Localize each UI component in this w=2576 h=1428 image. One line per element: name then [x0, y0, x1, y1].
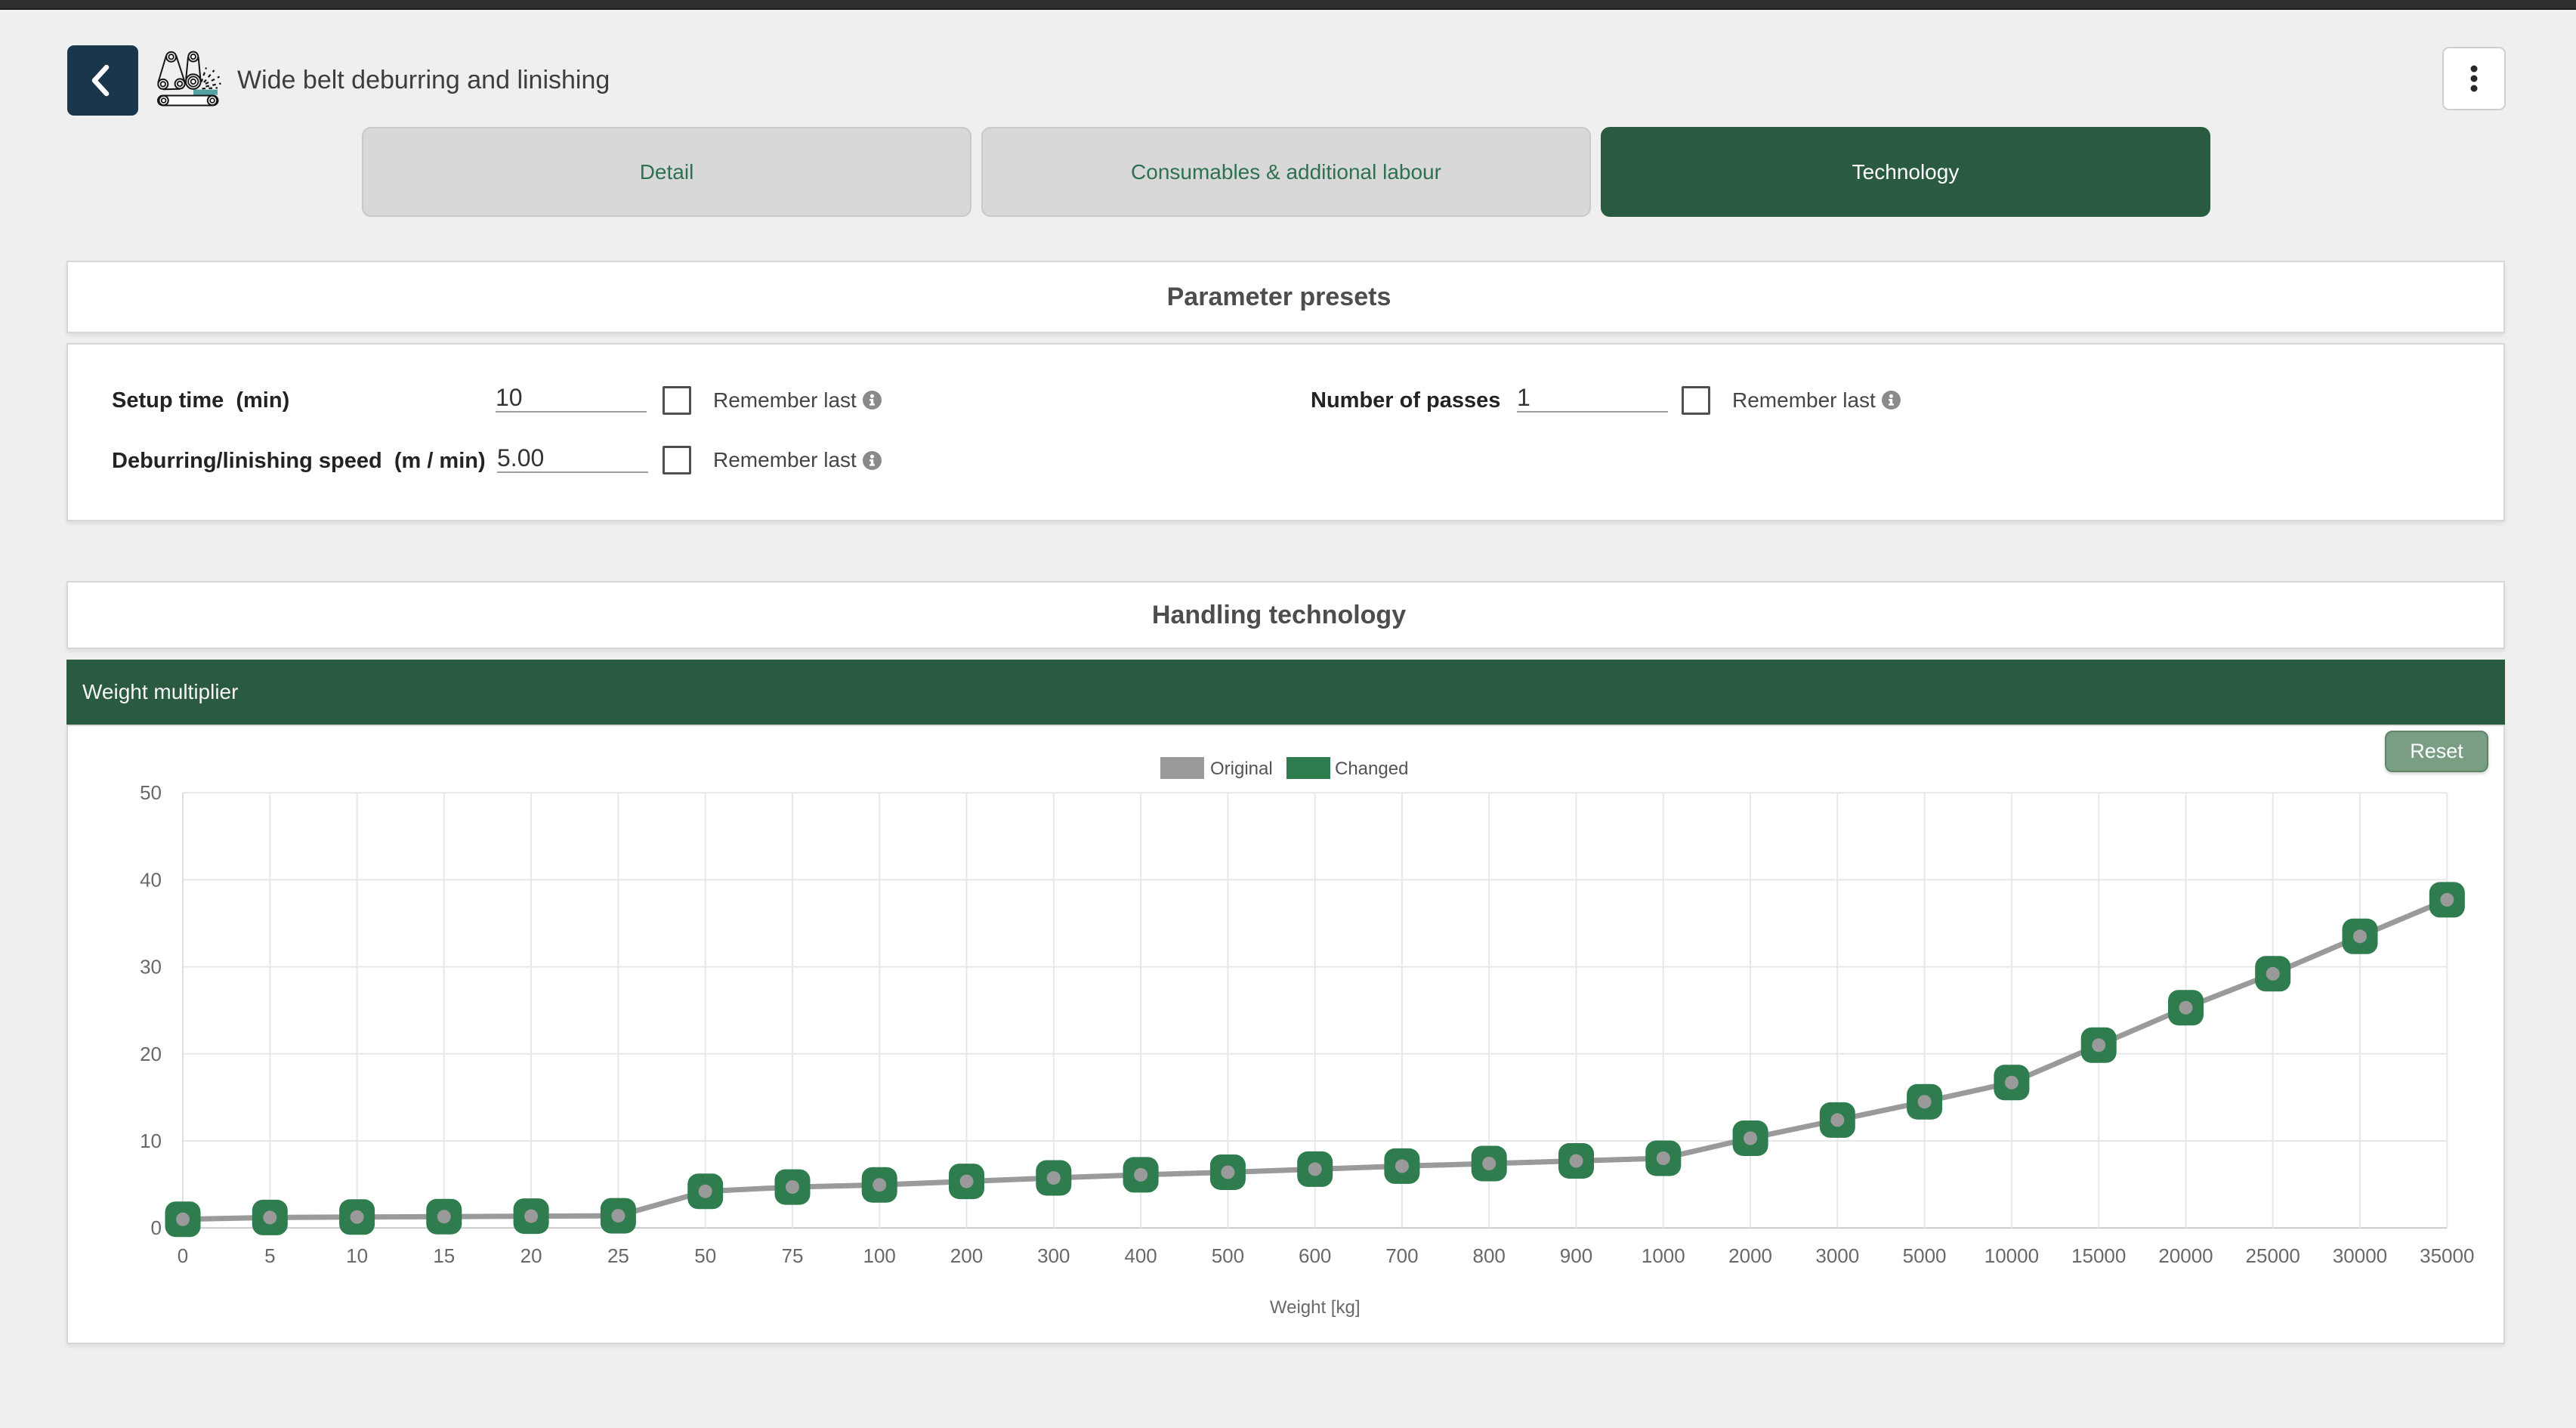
svg-text:300: 300 [1037, 1244, 1070, 1267]
svg-text:Weight [kg]: Weight [kg] [1270, 1297, 1361, 1318]
svg-text:25: 25 [607, 1244, 629, 1267]
svg-text:500: 500 [1212, 1244, 1244, 1267]
svg-text:20000: 20000 [2158, 1244, 2213, 1267]
svg-text:3000: 3000 [1815, 1244, 1859, 1267]
svg-text:30: 30 [140, 956, 162, 978]
svg-text:20: 20 [140, 1043, 162, 1065]
svg-text:25000: 25000 [2246, 1244, 2300, 1267]
svg-text:10000: 10000 [1985, 1244, 2039, 1267]
svg-text:600: 600 [1299, 1244, 1331, 1267]
svg-text:35000: 35000 [2420, 1244, 2474, 1267]
svg-text:15000: 15000 [2071, 1244, 2126, 1267]
svg-text:100: 100 [863, 1244, 896, 1267]
svg-text:50: 50 [140, 781, 162, 804]
svg-text:10: 10 [346, 1244, 368, 1267]
svg-text:30000: 30000 [2333, 1244, 2387, 1267]
svg-text:900: 900 [1560, 1244, 1592, 1267]
svg-text:700: 700 [1385, 1244, 1418, 1267]
svg-text:50: 50 [694, 1244, 716, 1267]
svg-text:800: 800 [1473, 1244, 1506, 1267]
svg-text:2000: 2000 [1728, 1244, 1772, 1267]
svg-text:15: 15 [433, 1244, 455, 1267]
svg-text:400: 400 [1124, 1244, 1157, 1267]
svg-text:Changed: Changed [1335, 759, 1408, 779]
svg-text:200: 200 [950, 1244, 983, 1267]
svg-text:Original: Original [1210, 759, 1273, 779]
svg-text:10: 10 [140, 1130, 162, 1152]
svg-text:5000: 5000 [1903, 1244, 1947, 1267]
svg-text:75: 75 [782, 1244, 804, 1267]
svg-text:5: 5 [264, 1244, 275, 1267]
svg-text:1000: 1000 [1642, 1244, 1685, 1267]
svg-text:0: 0 [178, 1244, 188, 1267]
svg-text:40: 40 [140, 868, 162, 891]
svg-text:20: 20 [520, 1244, 542, 1267]
svg-text:0: 0 [151, 1216, 162, 1239]
